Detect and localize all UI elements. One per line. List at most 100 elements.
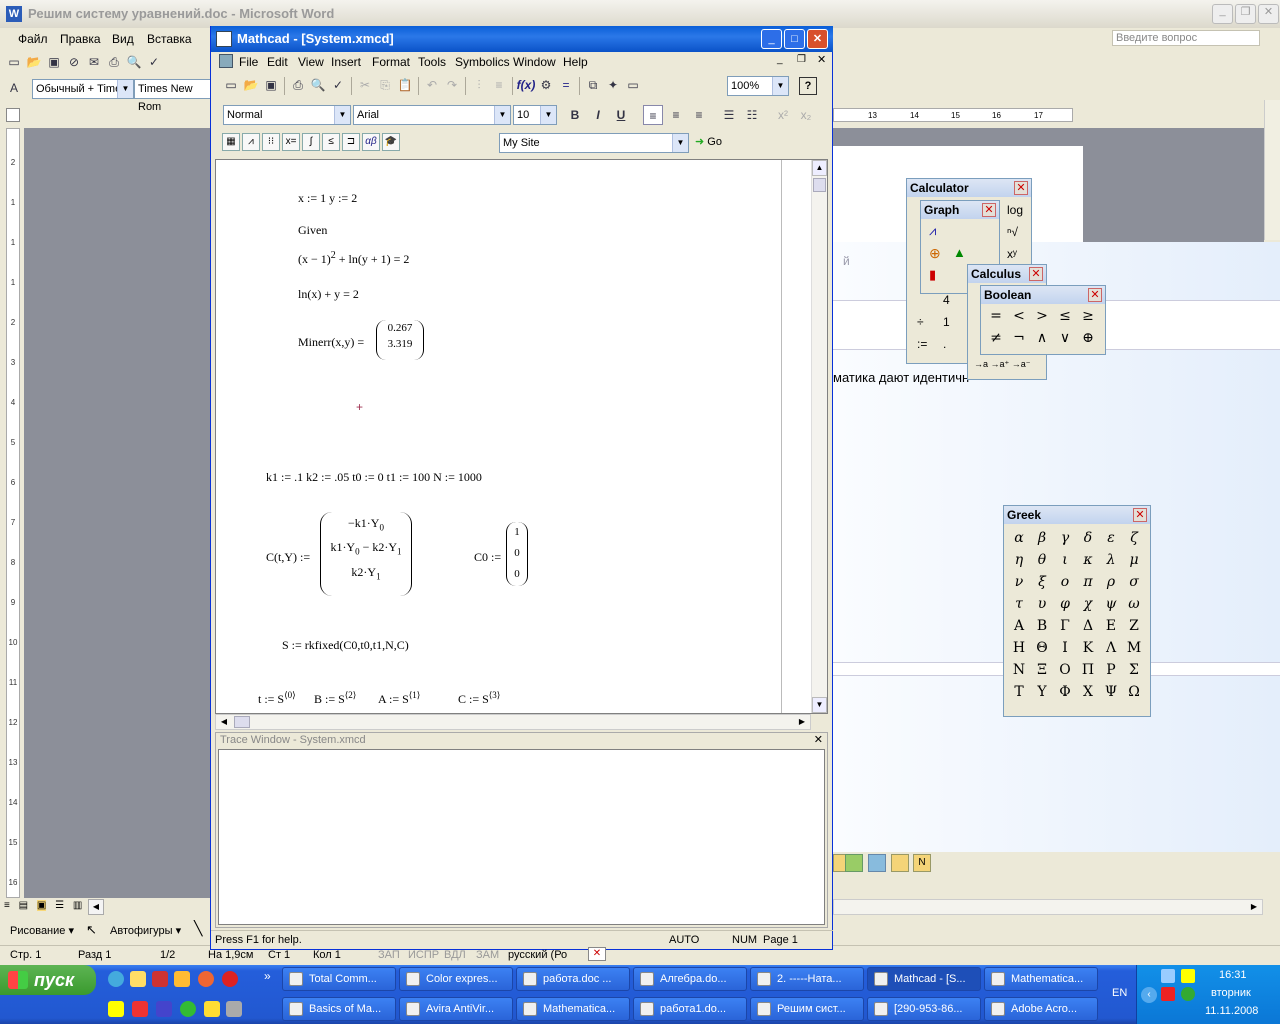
- copy-icon[interactable]: ⎘: [375, 75, 395, 95]
- preview-icon[interactable]: 🔍: [124, 52, 144, 72]
- calc-1-button[interactable]: 1: [943, 315, 950, 329]
- redo-icon[interactable]: ↷: [442, 75, 462, 95]
- task-rabota1[interactable]: работа1.do...: [633, 997, 747, 1021]
- doc-minimize-button[interactable]: _: [777, 54, 783, 65]
- greek-letter-button[interactable]: Δ: [1077, 616, 1099, 636]
- tray-app-icon[interactable]: [1181, 969, 1195, 983]
- greek-letter-button[interactable]: Φ: [1054, 682, 1076, 702]
- open-icon[interactable]: 📂: [241, 75, 261, 95]
- insert-unit-icon[interactable]: ⚙: [536, 75, 556, 95]
- autoshapes-menu[interactable]: Автофигуры ▾: [110, 924, 181, 937]
- vscroll-down[interactable]: ▼: [812, 697, 827, 713]
- clock-time[interactable]: 16:31: [1219, 969, 1247, 981]
- eq-c-label[interactable]: C(t,Y) :=: [266, 550, 310, 565]
- new-icon[interactable]: ▭: [221, 75, 241, 95]
- print-view-button[interactable]: ▣: [36, 900, 47, 911]
- greek-letter-button[interactable]: ρ: [1100, 572, 1122, 592]
- task-adobe[interactable]: Adobe Acro...: [984, 997, 1098, 1021]
- evaluation-palette-icon[interactable]: x=: [282, 133, 300, 151]
- styles-icon[interactable]: A: [4, 78, 24, 98]
- word-vscroll-right[interactable]: [1264, 100, 1280, 240]
- toolbar-icon[interactable]: N: [913, 854, 931, 872]
- calc-define-button[interactable]: :=: [917, 337, 927, 351]
- greek-letter-button[interactable]: Υ: [1031, 682, 1053, 702]
- greek-letter-button[interactable]: ι: [1054, 550, 1076, 570]
- greek-letter-button[interactable]: Τ: [1008, 682, 1030, 702]
- programming-palette-icon[interactable]: ⊐: [342, 133, 360, 151]
- task-total-commander[interactable]: Total Comm...: [282, 967, 396, 991]
- greek-letter-button[interactable]: Ξ: [1031, 660, 1053, 680]
- greek-letter-button[interactable]: δ: [1077, 528, 1099, 548]
- quick-icon[interactable]: [130, 971, 146, 987]
- permission-icon[interactable]: ⊘: [64, 52, 84, 72]
- align-left-button[interactable]: ≡: [643, 105, 663, 125]
- boolean-operator-button[interactable]: ∨: [1054, 328, 1076, 348]
- normal-view-button[interactable]: ≡: [4, 900, 10, 911]
- greek-letter-button[interactable]: Η: [1008, 638, 1030, 658]
- toolbar-icon[interactable]: [868, 854, 886, 872]
- task-color-express[interactable]: Color expres...: [399, 967, 513, 991]
- c0-vector[interactable]: 1 0 0: [506, 522, 528, 586]
- doc-icon[interactable]: [219, 54, 233, 68]
- greek-letter-button[interactable]: ε: [1100, 528, 1122, 548]
- toolbar-icon[interactable]: [891, 854, 909, 872]
- superscript-button[interactable]: x²: [773, 105, 793, 125]
- firefox-icon[interactable]: [198, 971, 214, 987]
- greek-letter-button[interactable]: χ: [1077, 594, 1099, 614]
- boolean-operator-button[interactable]: =: [985, 306, 1007, 326]
- window-icon[interactable]: ▭: [623, 75, 643, 95]
- font-combo[interactable]: Arial ▼: [353, 105, 511, 125]
- trace-close-button[interactable]: ✕: [814, 733, 823, 746]
- spell-icon[interactable]: ✓: [144, 52, 164, 72]
- greek-palette-icon[interactable]: αβ: [362, 133, 380, 151]
- word-menu-edit[interactable]: Правка: [60, 32, 101, 46]
- boolean-operator-button[interactable]: <: [1008, 306, 1030, 326]
- greek-letter-button[interactable]: Ζ: [1123, 616, 1145, 636]
- quick-icon[interactable]: [156, 1001, 172, 1017]
- undo-icon[interactable]: ↶: [422, 75, 442, 95]
- word-hscroll-left[interactable]: ◀: [88, 899, 104, 915]
- greek-letter-button[interactable]: Γ: [1054, 616, 1076, 636]
- greek-letter-button[interactable]: β: [1031, 528, 1053, 548]
- greek-letter-button[interactable]: Κ: [1077, 638, 1099, 658]
- boolean-operator-button[interactable]: >: [1031, 306, 1053, 326]
- graph-bar3d-icon[interactable]: ▮: [929, 267, 947, 285]
- greek-letter-button[interactable]: Ο: [1054, 660, 1076, 680]
- greek-close-button[interactable]: ✕: [1133, 508, 1147, 522]
- web-view-button[interactable]: ▤: [19, 900, 28, 911]
- greek-letter-button[interactable]: Σ: [1123, 660, 1145, 680]
- quick-icon[interactable]: [226, 1001, 242, 1017]
- outline-view-button[interactable]: ☰: [55, 900, 64, 911]
- greek-letter-button[interactable]: π: [1077, 572, 1099, 592]
- word-style-combo[interactable]: Обычный + Time ▼: [32, 79, 134, 99]
- eq-constraint-2[interactable]: ln(x) + y = 2: [298, 287, 359, 302]
- save-icon[interactable]: ▣: [261, 75, 281, 95]
- task-reshim[interactable]: Решим сист...: [750, 997, 864, 1021]
- task-290[interactable]: [290-953-86...: [867, 997, 981, 1021]
- calculator-close-button[interactable]: ✕: [1014, 181, 1028, 195]
- greek-letter-button[interactable]: κ: [1077, 550, 1099, 570]
- graph-palette-icon[interactable]: ⩘: [242, 133, 260, 151]
- quick-icon[interactable]: [204, 1001, 220, 1017]
- mathcad-menu-edit[interactable]: Edit: [267, 55, 288, 69]
- calculate-icon[interactable]: =: [556, 75, 576, 95]
- reading-view-button[interactable]: ▥: [73, 900, 82, 911]
- boolean-operator-button[interactable]: ≠: [985, 328, 1007, 348]
- open-icon[interactable]: 📂: [24, 52, 44, 72]
- hscroll-left[interactable]: ◀: [216, 715, 232, 729]
- calc-root-button[interactable]: ⁿ√: [1007, 225, 1018, 239]
- site-combo[interactable]: My Site ▼: [499, 133, 689, 153]
- eq-minerr-label[interactable]: Minerr(x,y) =: [298, 335, 364, 350]
- worksheet-vscroll[interactable]: ▲ ▼: [811, 160, 827, 713]
- task-avira[interactable]: Avira AntiVir...: [399, 997, 513, 1021]
- hscroll-right-arrow[interactable]: ▶: [1246, 900, 1262, 914]
- tray-network-icon[interactable]: [1161, 969, 1175, 983]
- task-basics[interactable]: Basics of Ma...: [282, 997, 396, 1021]
- greek-letter-button[interactable]: Π: [1077, 660, 1099, 680]
- doc-restore-button[interactable]: ❐: [797, 54, 806, 65]
- greek-letter-button[interactable]: Χ: [1077, 682, 1099, 702]
- word-menu-insert[interactable]: Вставка: [147, 32, 192, 46]
- worksheet-hscroll[interactable]: ◀ ▶: [215, 714, 811, 730]
- select-arrow-icon[interactable]: ↖: [86, 922, 97, 938]
- boolean-operator-button[interactable]: ≤: [1054, 306, 1076, 326]
